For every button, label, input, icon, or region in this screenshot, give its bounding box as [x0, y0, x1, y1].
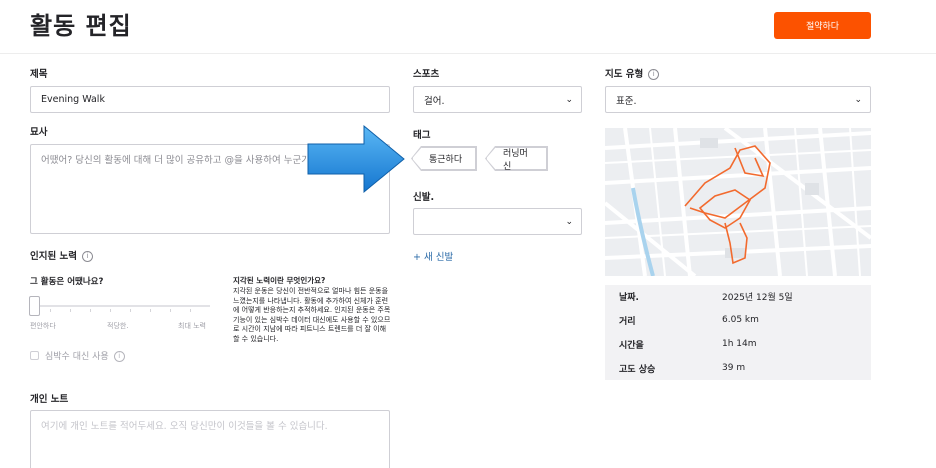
slider-tick: [130, 309, 131, 312]
arrow-right-icon: [307, 124, 405, 194]
chevron-down-icon: ⌄: [565, 94, 573, 105]
slider-tick: [190, 309, 191, 312]
effort-slider-thumb[interactable]: [29, 296, 40, 316]
slider-tick: [170, 309, 171, 312]
effort-scale-min: 편안하다: [30, 322, 56, 330]
effort-scale-mid: 적당한.: [107, 322, 129, 330]
tags-label: 태그: [413, 130, 431, 141]
map-type-select-value: 표준.: [616, 95, 637, 107]
effort-explainer-title: 지각된 노력이란 무엇인가요?: [233, 276, 326, 285]
effort-question: 그 활동은 어땠나요?: [30, 277, 104, 287]
stat-key: 거리: [619, 316, 636, 327]
info-icon[interactable]: i: [648, 69, 660, 80]
save-button[interactable]: 절약하다: [774, 12, 871, 39]
use-instead-checkbox[interactable]: [30, 351, 39, 360]
sport-label: 스포츠: [413, 69, 440, 80]
stat-value: 2025년 12월 5일: [722, 292, 793, 303]
effort-explainer-body: 지각된 운동은 당신이 전반적으로 얼마나 힘든 운동을 느꼈는지를 나타냅니다…: [233, 287, 391, 343]
info-icon[interactable]: i: [113, 351, 125, 362]
sport-select[interactable]: 걸어. ⌄: [413, 86, 582, 113]
shoes-label: 신발.: [413, 192, 435, 203]
title-label: 제목: [30, 69, 48, 80]
top-bar: 활동 편집 절약하다: [0, 0, 936, 54]
effort-scale-max: 최대 노력: [178, 322, 206, 330]
info-icon[interactable]: i: [82, 251, 94, 262]
stat-key: 시간을: [619, 340, 644, 351]
route-map[interactable]: [605, 128, 871, 276]
stat-row: 고도 상승 39 m: [605, 357, 871, 379]
new-shoe-link[interactable]: + 새 신발: [413, 249, 453, 263]
stat-value: 39 m: [722, 363, 746, 373]
stat-key: 고도 상승: [619, 364, 656, 375]
tag-treadmill[interactable]: 러닝머신: [486, 147, 547, 170]
use-instead-row: 심박수 대신 사용 i: [45, 349, 125, 362]
private-notes-label: 개인 노트: [30, 394, 69, 405]
stat-row: 시간을 1h 14m: [605, 333, 871, 355]
slider-tick: [110, 309, 111, 312]
stat-key: 날짜.: [619, 292, 639, 303]
chevron-down-icon: ⌄: [565, 216, 573, 227]
perceived-effort-heading: 인지된 노력 i: [30, 248, 94, 262]
map-type-label: 지도 유형: [605, 69, 644, 80]
effort-slider-track[interactable]: [30, 305, 210, 307]
sport-select-value: 걸어.: [424, 95, 445, 107]
slider-tick: [90, 309, 91, 312]
private-notes-textarea[interactable]: 여기에 개인 노트를 적어두세요. 오직 당신만이 이것들을 볼 수 있습니다.: [30, 410, 390, 468]
shoes-select[interactable]: ⌄: [413, 208, 582, 235]
stats-panel: 날짜. 2025년 12월 5일 거리 6.05 km 시간을 1h 14m 고…: [605, 285, 871, 380]
slider-tick: [150, 309, 151, 312]
use-instead-label: 심박수 대신 사용: [45, 352, 109, 362]
slider-tick: [70, 309, 71, 312]
map-type-heading: 지도 유형 i: [605, 66, 660, 80]
description-label: 묘사: [30, 127, 48, 138]
stat-row: 날짜. 2025년 12월 5일: [605, 285, 871, 307]
tag-commute[interactable]: 통근하다: [412, 147, 476, 170]
map-canvas: [605, 128, 871, 276]
chevron-down-icon: ⌄: [854, 94, 862, 105]
slider-tick: [50, 309, 51, 312]
stat-value: 6.05 km: [722, 315, 759, 325]
page-title: 활동 편집: [30, 12, 132, 40]
map-type-select[interactable]: 표준. ⌄: [605, 86, 871, 113]
stat-value: 1h 14m: [722, 339, 757, 349]
stat-row: 거리 6.05 km: [605, 309, 871, 331]
perceived-effort-label: 인지된 노력: [30, 251, 78, 262]
title-input[interactable]: Evening Walk: [30, 86, 390, 113]
